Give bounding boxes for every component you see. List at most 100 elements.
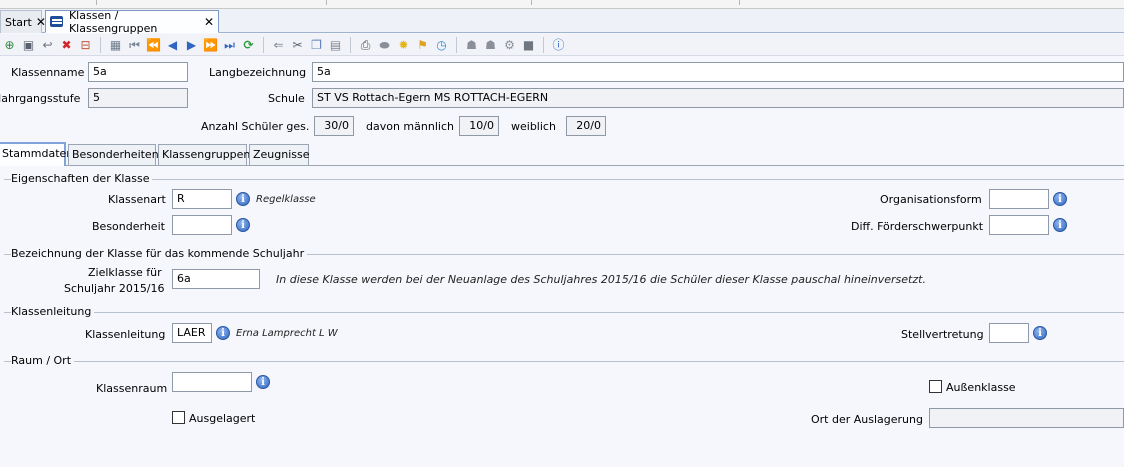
toolbar-separator <box>263 36 264 53</box>
back-arrow-icon[interactable]: ⇐ <box>271 37 287 53</box>
info-icon[interactable]: i <box>236 192 250 206</box>
stellvertretung-label: Stellvertretung <box>901 328 984 341</box>
top-strip-segment <box>0 0 97 5</box>
tab-klassengruppen[interactable]: Klassengruppen <box>158 144 250 165</box>
anzahl-schueler-field: 30/0 <box>314 116 354 136</box>
cut-icon[interactable]: ✂ <box>290 37 306 53</box>
besonderheit-label: Besonderheit <box>92 220 165 233</box>
grid-icon[interactable]: ▦ <box>108 37 124 53</box>
section-divider <box>4 312 1124 313</box>
next-page-icon[interactable]: ⏩ <box>203 37 219 53</box>
section-title-klassenleitung: Klassenleitung <box>11 305 95 318</box>
info-icon[interactable]: i <box>256 375 270 389</box>
section-title-bezeichnung: Bezeichnung der Klasse für das kommende … <box>11 247 308 260</box>
tab-klassen[interactable]: Klassen / Klassengruppen ✕ <box>45 8 219 35</box>
toolbar-separator <box>100 36 101 53</box>
tab-start-label: Start <box>5 15 32 29</box>
copy-icon[interactable]: ❐ <box>309 37 325 53</box>
organisationsform-field[interactable] <box>989 189 1049 209</box>
klassenart-field[interactable]: R <box>172 189 232 209</box>
klassenleitung-note: Erna Lamprecht L W <box>236 328 338 339</box>
document-tab-bar: Start ✕ Klassen / Klassengruppen ✕ <box>0 8 1124 35</box>
zielklasse-note: In diese Klasse werden bei der Neuanlage… <box>276 273 926 286</box>
section-divider <box>4 361 1124 362</box>
langbezeichnung-label: Langbezeichnung <box>209 66 307 79</box>
help-icon[interactable]: ⓘ <box>551 37 567 53</box>
users-icon[interactable]: ☗ <box>464 37 480 53</box>
close-icon[interactable]: ✕ <box>204 15 214 29</box>
schule-field: ST VS Rottach-Egern MS ROTTACH-EGERN <box>312 88 1124 108</box>
book-icon[interactable]: ■ <box>521 37 537 53</box>
klassenraum-label: Klassenraum <box>96 382 168 395</box>
info-icon[interactable]: i <box>1053 192 1067 206</box>
ausgelagert-label: Ausgelagert <box>189 412 256 425</box>
klassenraum-field[interactable] <box>172 372 252 392</box>
paste-icon[interactable]: ▤ <box>328 37 344 53</box>
tab-start[interactable]: Start ✕ <box>0 10 46 33</box>
organisationsform-label: Organisationsform <box>880 193 982 206</box>
ort-auslagerung-label: Ort der Auslagerung <box>811 413 923 426</box>
section-title-eigenschaften: Eigenschaften der Klasse <box>11 172 153 185</box>
ausgelagert-checkbox[interactable] <box>172 411 185 424</box>
jahrgangsstufe-field: 5 <box>88 88 188 108</box>
info-icon[interactable]: i <box>1033 326 1047 340</box>
delete-icon[interactable]: ✖ <box>59 37 75 53</box>
schule-label: Schule <box>268 92 305 105</box>
broom-icon[interactable]: ⚑ <box>415 37 431 53</box>
anzahl-schueler-label: Anzahl Schüler ges. <box>201 120 310 133</box>
refresh-icon[interactable]: ⟳ <box>241 37 257 53</box>
add-icon[interactable]: ⊕ <box>2 37 18 53</box>
previous-page-icon[interactable]: ⏪ <box>146 37 162 53</box>
lightbulb-icon[interactable]: ✹ <box>396 37 412 53</box>
klassenart-label: Klassenart <box>108 193 166 206</box>
cancel-icon[interactable]: ⊟ <box>78 37 94 53</box>
stellvertretung-field[interactable] <box>989 323 1029 343</box>
next-record-icon[interactable]: ▶ <box>184 37 200 53</box>
maennlich-field: 10/0 <box>459 116 499 136</box>
last-record-icon[interactable]: ⏭ <box>222 37 238 53</box>
maennlich-label: davon männlich <box>366 120 454 133</box>
clock-icon[interactable]: ◷ <box>434 37 450 53</box>
toolbar-separator <box>543 36 544 53</box>
preview-icon[interactable]: ⬬ <box>377 37 393 53</box>
top-strip-segment <box>97 0 327 5</box>
klassenleitung-field[interactable]: LAER <box>172 323 212 343</box>
jahrgangsstufe-label: Jahrgangsstufe <box>0 92 81 105</box>
info-icon[interactable]: i <box>1053 218 1067 232</box>
zielklasse-label-line2: Schuljahr 2015/16 <box>64 282 165 295</box>
klassenart-note: Regelklasse <box>256 194 316 205</box>
user-group-icon[interactable]: ☗ <box>483 37 499 53</box>
klassenname-field[interactable]: 5a <box>88 62 188 82</box>
klassenleitung-label: Klassenleitung <box>85 328 166 341</box>
weiblich-field: 20/0 <box>566 116 606 136</box>
tab-klassen-label: Klassen / Klassengruppen <box>68 8 158 35</box>
ort-auslagerung-field[interactable] <box>929 408 1124 428</box>
zielklasse-label-line1: Zielklasse für <box>88 266 162 279</box>
undo-icon[interactable]: ↩ <box>40 37 56 53</box>
save-icon[interactable]: ▣ <box>21 37 37 53</box>
toolbar-separator <box>350 36 351 53</box>
section-title-raum-ort: Raum / Ort <box>11 354 75 367</box>
diff-foerderschwerpunkt-label: Diff. Förderschwerpunkt <box>851 220 984 233</box>
zielklasse-field[interactable]: 6a <box>172 269 260 289</box>
diff-foerderschwerpunkt-field[interactable] <box>989 215 1049 235</box>
tab-besonderheiten[interactable]: Besonderheiten <box>68 144 159 165</box>
subtab-baseline <box>0 165 1124 166</box>
tab-stammdaten[interactable]: Stammdaten <box>0 142 73 166</box>
section-divider <box>4 179 1124 180</box>
top-strip-segment <box>532 0 740 5</box>
info-icon[interactable]: i <box>236 218 250 232</box>
besonderheit-field[interactable] <box>172 215 232 235</box>
class-list-icon <box>50 16 63 27</box>
info-icon[interactable]: i <box>216 326 230 340</box>
klassenname-label: Klassenname <box>11 66 85 79</box>
langbezeichnung-field[interactable]: 5a <box>312 62 1124 82</box>
print-icon[interactable]: ⎙ <box>358 37 374 53</box>
aussenklasse-checkbox[interactable] <box>929 380 942 393</box>
first-record-icon[interactable]: ⏮ <box>127 37 143 53</box>
aussenklasse-label: Außenklasse <box>946 381 1016 394</box>
top-strip-segment <box>327 0 532 5</box>
tab-zeugnisse[interactable]: Zeugnisse <box>249 144 310 165</box>
settings-icon[interactable]: ⚙ <box>502 37 518 53</box>
previous-record-icon[interactable]: ◀ <box>165 37 181 53</box>
